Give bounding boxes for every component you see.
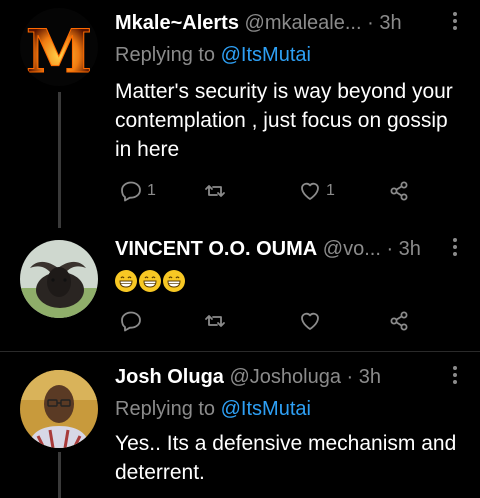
svg-text:M: M <box>26 17 92 86</box>
tweet-vincent[interactable]: VINCENT O.O. OUMA @vo... · 3h <box>0 228 480 350</box>
author-handle[interactable]: @mkaleale... <box>245 12 362 34</box>
reply-count: 1 <box>147 182 156 199</box>
like-icon <box>301 182 319 200</box>
tweet-time[interactable]: · 3h <box>347 366 381 388</box>
flaming-m-logo: M <box>20 8 98 86</box>
retweet-icon <box>205 315 225 327</box>
grinning-face-emoji <box>115 270 137 293</box>
buffalo-photo <box>20 240 98 318</box>
author-name[interactable]: Josh Oluga <box>115 366 224 388</box>
share-icon <box>390 181 408 201</box>
retweet-button[interactable] <box>203 308 227 334</box>
like-icon <box>301 312 319 330</box>
mention-link[interactable]: @ItsMutai <box>221 44 311 66</box>
author-name[interactable]: VINCENT O.O. OUMA <box>115 238 317 260</box>
tweet-emojis <box>115 266 462 295</box>
retweet-icon <box>205 185 225 197</box>
more-icon[interactable] <box>452 236 458 264</box>
replying-label: Replying to <box>115 44 216 66</box>
like-button[interactable]: 1 <box>298 178 335 204</box>
thread-line <box>58 452 61 498</box>
share-button[interactable] <box>387 308 411 334</box>
tweet-time[interactable]: · 3h <box>367 12 401 34</box>
reply-icon <box>121 311 141 332</box>
avatar-vincent[interactable] <box>20 240 98 318</box>
replying-to: Replying to @ItsMutai <box>115 398 311 421</box>
grinning-face-emoji <box>139 270 161 293</box>
author-handle[interactable]: @vo... <box>323 238 381 260</box>
tweet-actions: 1 1 <box>115 178 415 204</box>
like-count: 1 <box>326 182 335 199</box>
avatar-josh[interactable] <box>20 370 98 448</box>
mention-link[interactable]: @ItsMutai <box>221 398 311 420</box>
tweet-text: Yes.. Its a defensive mechanism and dete… <box>115 432 457 484</box>
tweet-text: Matter's security is way beyond your con… <box>115 80 453 161</box>
share-button[interactable] <box>387 178 411 204</box>
author-name[interactable]: Mkale~Alerts <box>115 12 239 34</box>
replying-label: Replying to <box>115 398 216 420</box>
tweet-josh[interactable]: Josh Oluga @Josholuga · 3h Replying to @… <box>0 352 480 498</box>
more-icon[interactable] <box>452 10 458 38</box>
tweet-mkale[interactable]: M Mkale~Alerts @mkaleale... · 3h Replyin… <box>0 0 480 228</box>
reply-button[interactable] <box>119 308 143 334</box>
like-button[interactable] <box>298 308 322 334</box>
grinning-face-emoji <box>163 270 185 293</box>
avatar-mkale[interactable]: M <box>20 8 98 86</box>
tweet-time[interactable]: · 3h <box>386 238 420 260</box>
replying-to: Replying to @ItsMutai <box>115 44 311 67</box>
thread-line <box>58 92 61 228</box>
reply-icon <box>121 181 141 202</box>
author-handle[interactable]: @Josholuga <box>229 366 340 388</box>
retweet-button[interactable] <box>203 178 227 204</box>
person-photo <box>20 370 98 448</box>
tweet-actions <box>115 308 415 334</box>
share-icon <box>390 311 408 331</box>
reply-button[interactable]: 1 <box>119 178 156 204</box>
more-icon[interactable] <box>452 364 458 392</box>
